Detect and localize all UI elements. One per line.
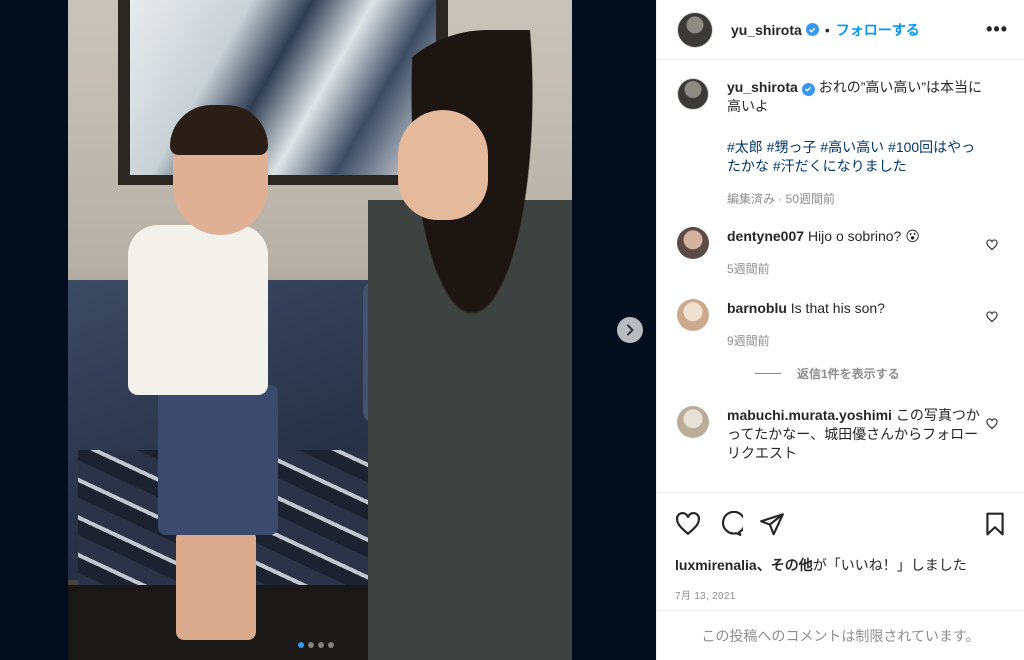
view-replies-button[interactable]: 返信1件を表示する bbox=[755, 365, 1008, 382]
save-bookmark-icon[interactable] bbox=[982, 511, 1008, 537]
comment-username[interactable]: dentyne007 bbox=[727, 228, 804, 244]
replies-divider bbox=[755, 373, 781, 374]
comment-text: Is that his son? bbox=[790, 300, 885, 316]
post-photo bbox=[68, 0, 572, 660]
likes-others-link[interactable]: 、その他 bbox=[757, 557, 813, 573]
chevron-right-icon bbox=[627, 324, 634, 336]
comments-section[interactable]: yu_shirota おれの”高い高い”は本当に高いよ #太郎 #甥っ子 #高い… bbox=[657, 60, 1024, 492]
caption-author-avatar[interactable] bbox=[677, 78, 709, 110]
likes-tail: が「いいね！」しました bbox=[812, 557, 967, 573]
commenter-avatar[interactable] bbox=[677, 406, 709, 438]
likes-summary: luxmirenalia、その他が「いいね！」しました bbox=[675, 555, 1008, 575]
more-options-button[interactable]: ••• bbox=[986, 19, 1008, 40]
comment-username[interactable]: mabuchi.murata.yoshimi bbox=[727, 407, 892, 423]
comment-text: Hijo o sobrino? 😮 bbox=[807, 228, 920, 244]
carousel-indicator bbox=[298, 642, 334, 648]
caption: yu_shirota おれの”高い高い”は本当に高いよ #太郎 #甥っ子 #高い… bbox=[677, 78, 1008, 209]
carousel-dot bbox=[308, 642, 314, 648]
header-separator: • bbox=[824, 21, 830, 38]
comments-restricted-notice: この投稿へのコメントは制限されています。 bbox=[657, 610, 1024, 660]
commenter-avatar[interactable] bbox=[677, 227, 709, 259]
carousel-dot bbox=[318, 642, 324, 648]
comment-item: barnoblu Is that his son? 9週間前 bbox=[677, 299, 1008, 351]
caption-meta: 編集済み · 50週間前 bbox=[727, 192, 836, 206]
comment-time: 9週間前 bbox=[727, 334, 770, 348]
like-comment-heart-icon[interactable] bbox=[986, 311, 998, 323]
verified-badge-icon bbox=[805, 23, 819, 36]
comment-time: 5週間前 bbox=[727, 262, 770, 276]
carousel-dot bbox=[298, 642, 304, 648]
author-username[interactable]: yu_shirota bbox=[731, 22, 802, 38]
caption-hashtags[interactable]: #太郎 #甥っ子 #高い高い #100回はやったかな #汗だくになりました bbox=[727, 138, 989, 176]
follow-button[interactable]: フォローする bbox=[836, 20, 920, 40]
view-replies-label: 返信1件を表示する bbox=[797, 367, 900, 381]
post-header: yu_shirota • フォローする ••• bbox=[657, 0, 1024, 60]
media-viewer bbox=[0, 0, 656, 660]
like-heart-icon[interactable] bbox=[675, 511, 701, 537]
share-paper-plane-icon[interactable] bbox=[759, 511, 785, 537]
carousel-dot bbox=[328, 642, 334, 648]
like-comment-heart-icon[interactable] bbox=[986, 418, 998, 430]
comment-item: mabuchi.murata.yoshimi この写真つかってたかなー、城田優さ… bbox=[677, 406, 1008, 463]
comment-username[interactable]: barnoblu bbox=[727, 300, 787, 316]
like-comment-heart-icon[interactable] bbox=[986, 239, 998, 251]
commenter-avatar[interactable] bbox=[677, 299, 709, 331]
post-date[interactable]: 7月 13, 2021 bbox=[675, 587, 1008, 602]
author-avatar[interactable] bbox=[677, 11, 713, 48]
next-image-button[interactable] bbox=[617, 317, 643, 343]
caption-username[interactable]: yu_shirota bbox=[727, 79, 798, 95]
verified-badge-icon bbox=[801, 82, 815, 96]
comment-item: dentyne007 Hijo o sobrino? 😮 5週間前 bbox=[677, 227, 1008, 279]
post-actions: luxmirenalia、その他が「いいね！」しました 7月 13, 2021 bbox=[657, 492, 1024, 610]
comment-bubble-icon[interactable] bbox=[717, 511, 743, 537]
likes-username[interactable]: luxmirenalia bbox=[675, 557, 757, 573]
post-side-panel: yu_shirota • フォローする ••• yu_shirota おれの”高… bbox=[656, 0, 1024, 660]
